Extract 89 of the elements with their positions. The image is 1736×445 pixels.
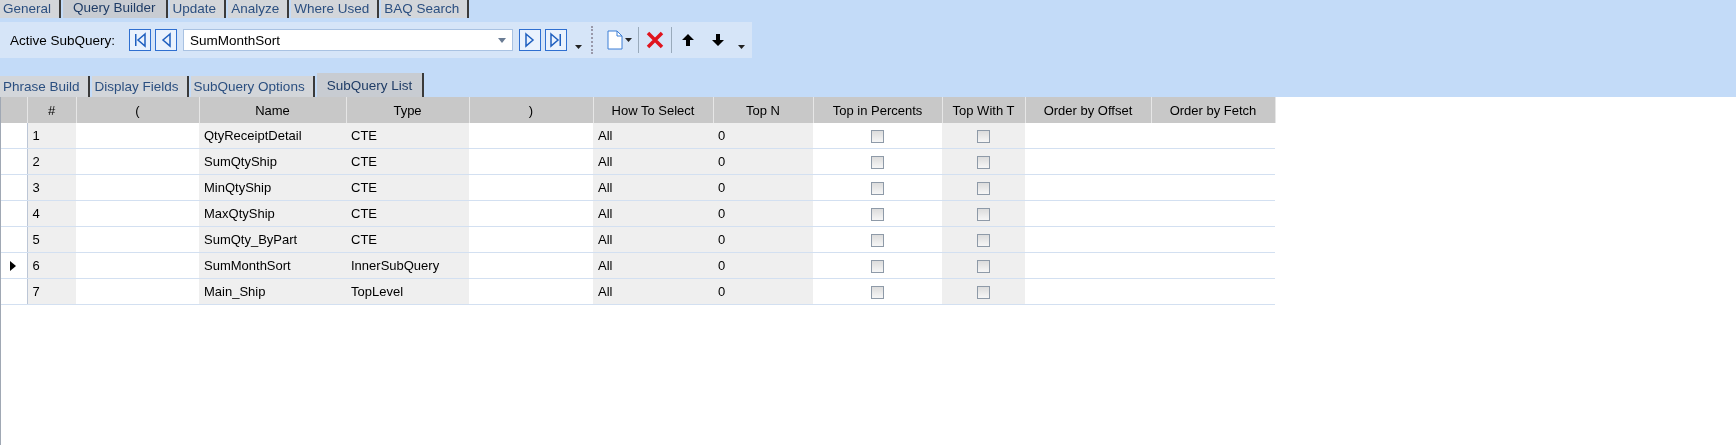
table-cell: All (598, 154, 613, 169)
dropdown-caret-icon (498, 37, 507, 43)
table-cell: 1 (32, 128, 40, 143)
overflow-caret-icon[interactable] (738, 45, 746, 49)
column-header[interactable]: ) (469, 97, 593, 123)
last-button[interactable] (545, 29, 568, 51)
table-cell: Main_Ship (204, 284, 266, 299)
table-cell: 0 (718, 206, 726, 221)
table-cell: CTE (351, 206, 377, 221)
checkbox[interactable] (977, 182, 990, 196)
table-cell: 2 (32, 154, 40, 169)
table-cell: CTE (351, 128, 377, 143)
column-header[interactable]: Top N (713, 97, 813, 123)
active-subquery-label: Active SubQuery: (10, 32, 116, 48)
row-selector[interactable] (1, 252, 27, 279)
tab[interactable]: Display Fields (91, 76, 189, 97)
column-header[interactable]: Order by Fetch (1151, 97, 1275, 123)
checkbox[interactable] (871, 286, 884, 300)
checkbox[interactable] (977, 156, 990, 170)
table-cell: 0 (718, 284, 726, 299)
tab[interactable]: Analyze (228, 0, 290, 18)
tab[interactable]: General (0, 0, 62, 18)
table-cell: 7 (32, 284, 40, 299)
table-cell: InnerSubQuery (351, 258, 440, 273)
column-header[interactable]: Type (346, 97, 469, 123)
table-cell: SumQtyShip (204, 154, 277, 169)
table-cell: MinQtyShip (204, 180, 272, 195)
column-header[interactable]: Top in Percents (813, 97, 942, 123)
subquery-combo[interactable]: SumMonthSort (183, 29, 514, 51)
column-header[interactable]: Order by Offset (1025, 97, 1151, 123)
delete-icon (645, 30, 666, 50)
table-cell: TopLevel (351, 284, 404, 299)
checkbox[interactable] (871, 234, 884, 248)
table-cell: All (598, 128, 613, 143)
last-icon (549, 32, 564, 48)
checkbox[interactable] (871, 260, 884, 274)
table-cell: QtyReceiptDetail (204, 128, 302, 143)
up-arrow-icon (682, 34, 695, 46)
table-cell: 0 (718, 154, 726, 169)
table-cell: 0 (718, 128, 726, 143)
first-icon (133, 32, 148, 48)
checkbox[interactable] (977, 130, 990, 144)
table-cell: All (598, 258, 613, 273)
checkbox[interactable] (977, 234, 990, 248)
tab[interactable]: SubQuery Options (190, 76, 315, 97)
checkbox[interactable] (871, 182, 884, 196)
table-cell: CTE (351, 154, 377, 169)
table-cell: 0 (718, 258, 726, 273)
table-cell: CTE (351, 232, 377, 247)
previous-button[interactable] (155, 29, 178, 51)
down-arrow-icon (712, 34, 725, 46)
table-cell: 0 (718, 232, 726, 247)
document-icon (607, 30, 624, 50)
table-cell: 3 (32, 180, 40, 195)
checkbox[interactable] (977, 260, 990, 274)
table-cell: 4 (32, 206, 40, 221)
table-cell: CTE (351, 180, 377, 195)
column-header[interactable]: ( (76, 97, 199, 123)
checkbox[interactable] (871, 156, 884, 170)
table-cell: 5 (32, 232, 40, 247)
table-cell: SumQty_ByPart (204, 232, 298, 247)
checkbox[interactable] (871, 130, 884, 144)
column-header[interactable]: How To Select (593, 97, 713, 123)
table-cell: 6 (32, 258, 40, 273)
tab[interactable]: Update (169, 0, 227, 18)
checkbox[interactable] (977, 208, 990, 222)
previous-icon (159, 32, 174, 48)
tab[interactable]: Query Builder (63, 0, 168, 18)
table-cell: All (598, 180, 613, 195)
next-button[interactable] (519, 29, 542, 51)
checkbox[interactable] (871, 208, 884, 222)
tab[interactable]: SubQuery List (316, 73, 425, 97)
column-header[interactable]: # (27, 97, 76, 123)
table-cell: All (598, 232, 613, 247)
tab[interactable]: Where Used (291, 0, 380, 18)
table-cell: SumMonthSort (204, 258, 291, 273)
table-cell: All (598, 206, 613, 221)
column-header[interactable]: Name (199, 97, 346, 123)
checkbox[interactable] (977, 286, 990, 300)
current-row-icon (10, 260, 16, 271)
column-header[interactable]: Top With T (942, 97, 1025, 123)
overflow-caret-icon[interactable] (575, 45, 583, 49)
table-cell: 0 (718, 180, 726, 195)
first-button[interactable] (129, 29, 152, 51)
table-cell: All (598, 284, 613, 299)
tab[interactable]: BAQ Search (381, 0, 470, 18)
tab[interactable]: Phrase Build (0, 76, 90, 97)
caret-icon (625, 38, 633, 42)
table-cell: MaxQtyShip (204, 206, 275, 221)
